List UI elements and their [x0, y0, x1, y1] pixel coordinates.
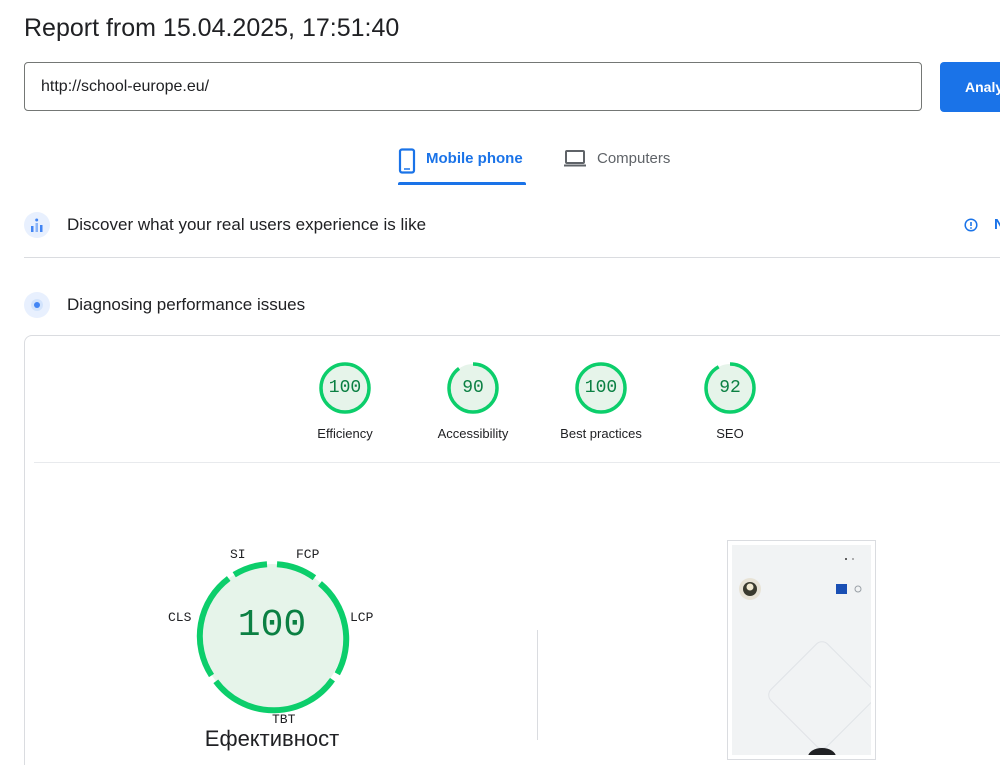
performance-label: Ефективност — [204, 726, 340, 751]
url-input[interactable] — [24, 62, 922, 111]
active-tab-indicator — [398, 182, 526, 185]
users-chart-icon — [24, 212, 50, 238]
category-gauge-best-practices[interactable]: 100 Best practices — [551, 360, 651, 441]
vertical-divider — [537, 630, 538, 740]
panel-divider — [34, 462, 1000, 463]
category-gauge-efficiency[interactable]: 100 Efficiency — [295, 360, 395, 441]
accessibility-label: Accessibility — [437, 426, 509, 441]
eu-flag-icon — [836, 584, 847, 594]
info-icon[interactable] — [964, 218, 978, 237]
metric-tbt-label: TBT — [272, 712, 296, 727]
tab-mobile-phone[interactable]: Mobile phone — [398, 140, 523, 186]
mobile-phone-icon — [398, 140, 416, 178]
search-icon — [854, 585, 862, 593]
category-gauge-seo[interactable]: 92 SEO — [680, 360, 780, 441]
metric-si-label: SI — [230, 547, 246, 562]
analyze-button[interactable]: Analy — [940, 62, 1000, 112]
tab-computers-label: Computers — [597, 150, 671, 167]
category-gauge-accessibility[interactable]: 90 Accessibility — [423, 360, 523, 441]
diagnosing-title: Diagnosing performance issues — [67, 295, 306, 314]
accessibility-score: 90 — [462, 378, 484, 398]
real-users-title: Discover what your real users experience… — [67, 215, 427, 234]
report-title: Report from 15.04.2025, 17:51:40 — [24, 14, 400, 42]
metric-cls-label: CLS — [168, 610, 192, 625]
diagnose-target-icon — [24, 292, 50, 318]
thumbnail-screen — [732, 545, 871, 755]
seo-label: SEO — [716, 426, 744, 441]
seo-score: 92 — [719, 378, 741, 398]
tab-mobile-phone-label: Mobile phone — [426, 150, 523, 167]
metric-fcp-label: FCP — [296, 547, 320, 562]
metric-lcp-label: LCP — [350, 610, 374, 625]
laptop-icon — [563, 140, 587, 172]
efficiency-label: Efficiency — [317, 426, 373, 441]
page-screenshot-thumbnail — [727, 540, 876, 760]
thumbnail-content — [732, 545, 871, 755]
real-users-link[interactable]: N — [994, 216, 1000, 233]
section-divider — [24, 257, 1000, 258]
efficiency-score: 100 — [328, 378, 362, 398]
tab-computers[interactable]: Computers — [563, 140, 670, 186]
best-practices-score: 100 — [584, 378, 618, 398]
real-users-section[interactable]: Discover what your real users experience… — [24, 212, 426, 238]
best-practices-label: Best practices — [560, 426, 642, 441]
diagnosing-section: Diagnosing performance issues — [24, 292, 305, 318]
performance-score: 100 — [237, 604, 307, 647]
